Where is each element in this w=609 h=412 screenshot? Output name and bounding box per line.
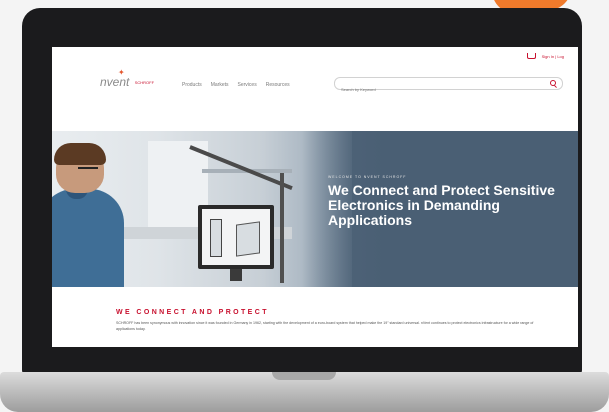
nav-products[interactable]: Products bbox=[182, 82, 202, 88]
enclosure-graphic bbox=[236, 221, 260, 257]
section-body: SCHROFF has been synonymous with innovat… bbox=[116, 321, 534, 331]
utility-bar: Sign In | Log bbox=[526, 53, 564, 59]
cart-icon[interactable] bbox=[526, 53, 536, 59]
engineer-glasses bbox=[78, 167, 98, 175]
search-box bbox=[334, 77, 563, 94]
logo-wordmark: nvent bbox=[100, 75, 130, 89]
hero-banner: WELCOME TO NVENT SCHROFF We Connect and … bbox=[52, 131, 578, 287]
laptop-notch bbox=[272, 372, 336, 380]
monitor-stand bbox=[230, 269, 242, 281]
monitor-screen bbox=[202, 209, 270, 265]
logo-mark-icon: ✦ bbox=[118, 68, 125, 77]
search-input[interactable] bbox=[335, 85, 547, 94]
monitor bbox=[198, 205, 274, 269]
section-title: WE CONNECT AND PROTECT bbox=[116, 309, 269, 316]
hero-eyebrow: WELCOME TO NVENT SCHROFF bbox=[328, 175, 407, 179]
hero-title: We Connect and Protect Sensitive Electro… bbox=[328, 182, 555, 228]
logo-subbrand: SCHROFF bbox=[134, 80, 155, 86]
engineer-body bbox=[52, 189, 124, 287]
nvent-schroff-logo[interactable]: ✦ nvent SCHROFF bbox=[100, 68, 155, 89]
search-icon[interactable] bbox=[550, 80, 556, 86]
nav-markets[interactable]: Markets bbox=[211, 82, 229, 88]
website-screen: Sign In | Log ✦ nvent SCHROFF Products M… bbox=[52, 47, 578, 347]
engineer-hair bbox=[54, 143, 106, 165]
rack-panel-graphic bbox=[210, 219, 222, 257]
nav-resources[interactable]: Resources bbox=[266, 82, 290, 88]
main-nav: Products Markets Services Resources bbox=[182, 82, 290, 88]
lamp-pole bbox=[280, 173, 284, 283]
nav-services[interactable]: Services bbox=[238, 82, 257, 88]
sign-in-link[interactable]: Sign In | Log bbox=[542, 54, 564, 59]
site-header: ✦ nvent SCHROFF Products Markets Service… bbox=[52, 67, 578, 103]
